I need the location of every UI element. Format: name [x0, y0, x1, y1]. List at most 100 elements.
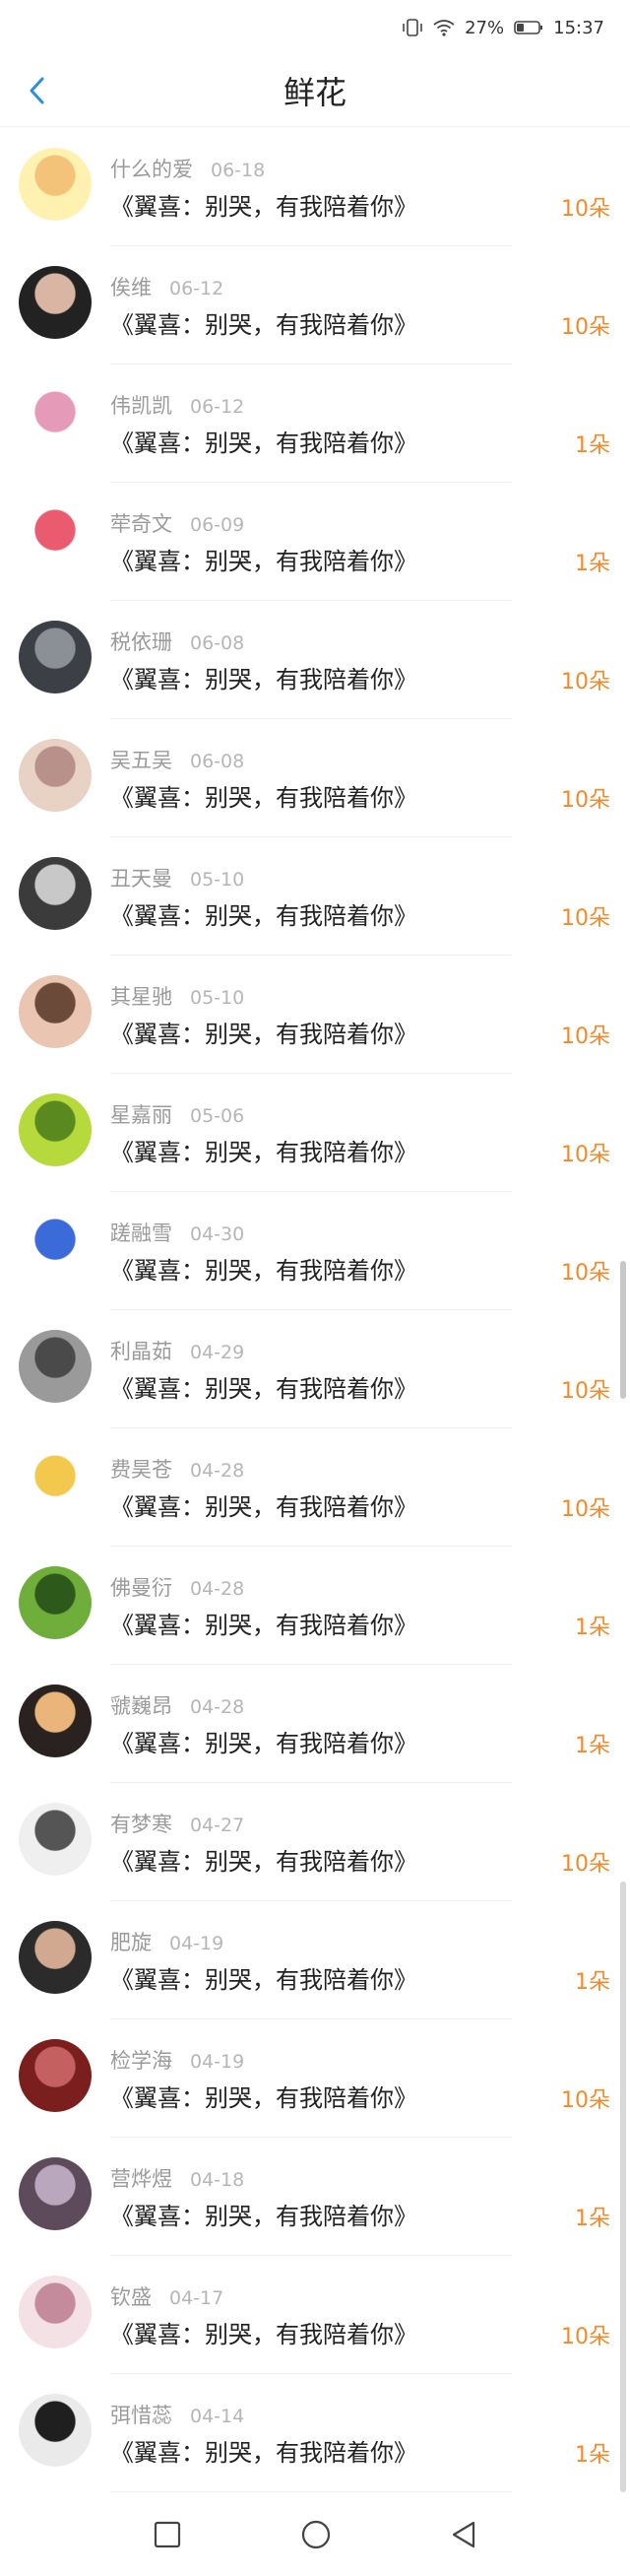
list-item[interactable]: 虢巍昂 04-28 《翼喜：别哭，有我陪着你》 1朵 — [0, 1665, 630, 1783]
flower-count: 10朵 — [561, 315, 610, 340]
sender-name-text: 弭惜蕊 — [110, 2404, 172, 2427]
avatar[interactable] — [19, 1093, 92, 1166]
back-triangle-icon[interactable] — [450, 2520, 477, 2553]
home-icon[interactable] — [300, 2519, 332, 2554]
avatar[interactable] — [19, 621, 92, 694]
gift-title: 《翼喜：别哭，有我陪着你》 — [110, 2321, 417, 2348]
sender-name: 营烨煜 04-18 — [110, 2163, 244, 2193]
send-date: 04-19 — [169, 1933, 224, 1954]
gift-title: 《翼喜：别哭，有我陪着你》 — [110, 784, 417, 812]
gift-title: 《翼喜：别哭，有我陪着你》 — [110, 666, 417, 694]
flower-count: 10朵 — [561, 1852, 610, 1877]
scrollbar[interactable] — [620, 1261, 626, 1399]
list-item[interactable]: 星嘉丽 05-06 《翼喜：别哭，有我陪着你》 10朵 — [0, 1074, 630, 1192]
avatar[interactable] — [19, 502, 92, 575]
list-item[interactable]: 费昊苍 04-28 《翼喜：别哭，有我陪着你》 10朵 — [0, 1428, 630, 1547]
avatar[interactable] — [19, 739, 92, 812]
send-date: 04-18 — [190, 2169, 245, 2191]
chevron-left-icon[interactable] — [22, 75, 53, 106]
avatar[interactable] — [19, 1566, 92, 1639]
flower-count: 1朵 — [575, 552, 610, 576]
avatar[interactable] — [19, 1684, 92, 1757]
sender-name: 佛曼衍 04-28 — [110, 1572, 244, 1602]
flower-count: 10朵 — [561, 1143, 610, 1167]
avatar[interactable] — [19, 2157, 92, 2230]
avatar[interactable] — [19, 1212, 92, 1285]
clock: 15:37 — [553, 17, 604, 38]
sender-name-text: 肥旋 — [110, 1931, 152, 1954]
avatar[interactable] — [19, 2276, 92, 2348]
avatar[interactable] — [19, 1330, 92, 1403]
page-title: 鲜花 — [283, 74, 346, 111]
send-date: 06-12 — [169, 278, 224, 299]
avatar[interactable] — [19, 148, 92, 221]
flower-count: 10朵 — [561, 906, 610, 931]
list-item[interactable]: 钦盛 04-17 《翼喜：别哭，有我陪着你》 10朵 — [0, 2256, 630, 2374]
flower-count: 1朵 — [575, 1616, 610, 1640]
gift-title: 《翼喜：别哭，有我陪着你》 — [110, 2439, 417, 2467]
avatar[interactable] — [19, 1448, 92, 1521]
sender-name: 星嘉丽 05-06 — [110, 1099, 244, 1129]
sender-name-text: 营烨煜 — [110, 2167, 172, 2191]
avatar[interactable] — [19, 2394, 92, 2467]
list-item[interactable]: 吴五吴 06-08 《翼喜：别哭，有我陪着你》 10朵 — [0, 719, 630, 837]
gift-title: 《翼喜：别哭，有我陪着你》 — [110, 1848, 417, 1876]
gift-title: 《翼喜：别哭，有我陪着你》 — [110, 902, 417, 930]
sender-name: 俟维 06-12 — [110, 272, 223, 301]
sender-name: 检学海 04-19 — [110, 2045, 244, 2075]
flower-count: 1朵 — [575, 1970, 610, 1995]
recent-apps-icon[interactable] — [153, 2520, 182, 2553]
battery-icon — [514, 20, 543, 35]
send-date: 06-08 — [190, 751, 245, 772]
sender-name-text: 虢巍昂 — [110, 1694, 172, 1718]
list-item[interactable]: 丑天曼 05-10 《翼喜：别哭，有我陪着你》 10朵 — [0, 837, 630, 956]
gift-title: 《翼喜：别哭，有我陪着你》 — [110, 193, 417, 221]
gift-title: 《翼喜：别哭，有我陪着你》 — [110, 1493, 417, 1521]
list-item[interactable]: 有梦寒 04-27 《翼喜：别哭，有我陪着你》 10朵 — [0, 1783, 630, 1901]
list-item[interactable]: 其星驰 05-10 《翼喜：别哭，有我陪着你》 10朵 — [0, 956, 630, 1074]
sender-name-text: 伟凯凯 — [110, 394, 172, 418]
list-item[interactable]: 俟维 06-12 《翼喜：别哭，有我陪着你》 10朵 — [0, 246, 630, 364]
gift-title: 《翼喜：别哭，有我陪着你》 — [110, 1375, 417, 1403]
sender-name-text: 有梦寒 — [110, 1813, 172, 1836]
avatar[interactable] — [19, 384, 92, 457]
gift-title: 《翼喜：别哭，有我陪着你》 — [110, 1612, 417, 1639]
list-item[interactable]: 营烨煜 04-18 《翼喜：别哭，有我陪着你》 1朵 — [0, 2138, 630, 2256]
sender-name-text: 钦盛 — [110, 2285, 152, 2309]
status-bar: 27% 15:37 — [0, 0, 630, 55]
list-item[interactable]: 税依珊 06-08 《翼喜：别哭，有我陪着你》 10朵 — [0, 601, 630, 719]
avatar[interactable] — [19, 975, 92, 1048]
send-date: 06-12 — [190, 396, 245, 418]
sender-name-text: 星嘉丽 — [110, 1103, 172, 1127]
avatar[interactable] — [19, 1921, 92, 1994]
list-item[interactable]: 伟凯凯 06-12 《翼喜：别哭，有我陪着你》 1朵 — [0, 364, 630, 483]
list-item[interactable]: 弭惜蕊 04-14 《翼喜：别哭，有我陪着你》 1朵 — [0, 2374, 630, 2492]
send-date: 06-18 — [211, 160, 266, 181]
flower-count: 10朵 — [561, 1261, 610, 1286]
scrollbar-lower[interactable] — [620, 1882, 626, 2492]
list-item[interactable]: 肥旋 04-19 《翼喜：别哭，有我陪着你》 1朵 — [0, 1901, 630, 2019]
sender-name: 虢巍昂 04-28 — [110, 1690, 244, 1720]
sender-name-text: 蹉融雪 — [110, 1222, 172, 1245]
avatar[interactable] — [19, 1803, 92, 1876]
flower-count: 10朵 — [561, 1379, 610, 1404]
system-nav-bar — [0, 2497, 630, 2576]
list-item[interactable]: 蹉融雪 04-30 《翼喜：别哭，有我陪着你》 10朵 — [0, 1192, 630, 1310]
avatar[interactable] — [19, 266, 92, 339]
sender-name-text: 俟维 — [110, 276, 152, 299]
list-item[interactable]: 荦奇文 06-09 《翼喜：别哭，有我陪着你》 1朵 — [0, 483, 630, 601]
sender-name-text: 利晶茹 — [110, 1340, 172, 1363]
sender-name: 钦盛 04-17 — [110, 2281, 223, 2311]
sender-name-text: 其星驰 — [110, 985, 172, 1009]
flower-count: 10朵 — [561, 788, 610, 813]
list-item[interactable]: 佛曼衍 04-28 《翼喜：别哭，有我陪着你》 1朵 — [0, 1547, 630, 1665]
avatar[interactable] — [19, 2039, 92, 2112]
list-item[interactable]: 检学海 04-19 《翼喜：别哭，有我陪着你》 10朵 — [0, 2019, 630, 2138]
sender-name-text: 吴五吴 — [110, 749, 172, 772]
send-date: 05-06 — [190, 1105, 245, 1127]
flower-count: 10朵 — [561, 2088, 610, 2113]
list-item[interactable]: 利晶茹 04-29 《翼喜：别哭，有我陪着你》 10朵 — [0, 1310, 630, 1428]
send-date: 04-14 — [190, 2406, 245, 2427]
avatar[interactable] — [19, 857, 92, 930]
list-item[interactable]: 什么的爱 06-18 《翼喜：别哭，有我陪着你》 10朵 — [0, 128, 630, 246]
